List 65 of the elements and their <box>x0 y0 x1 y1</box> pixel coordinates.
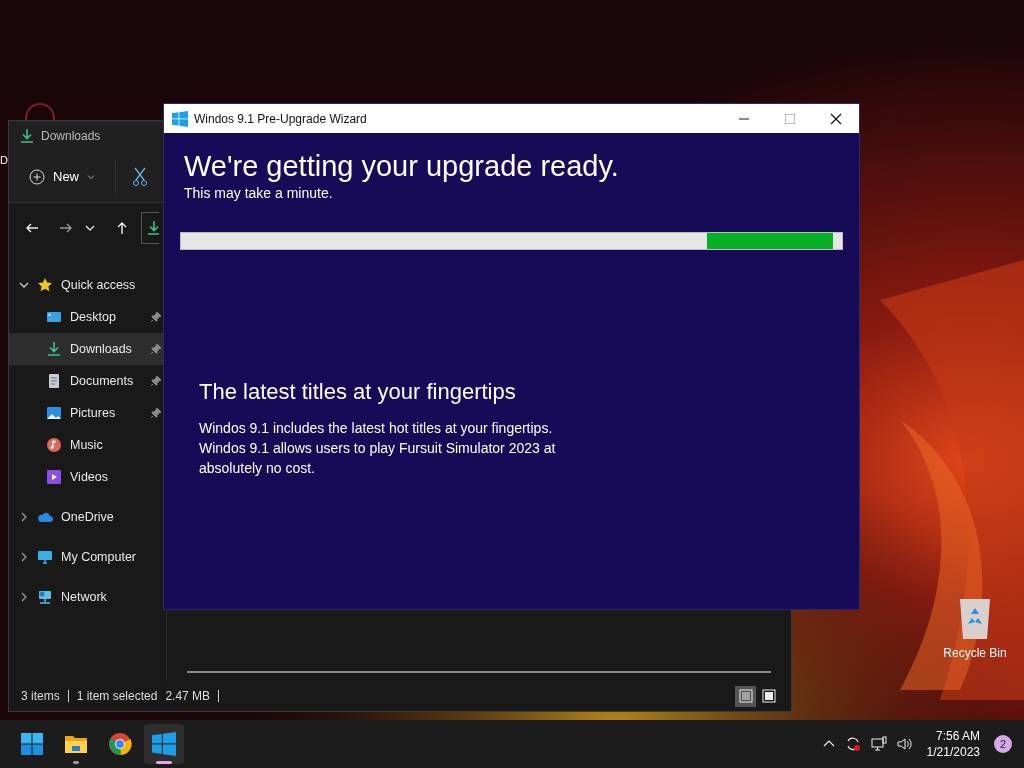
desktop-icon-label[interactable]: Recycle Bin <box>943 644 1007 662</box>
tree-item[interactable]: Desktop <box>9 301 166 333</box>
up-arrow-icon[interactable] <box>115 221 129 235</box>
forward-arrow-icon[interactable] <box>59 221 73 235</box>
chevron-down-icon[interactable] <box>19 280 29 290</box>
music-icon <box>46 437 62 453</box>
speaker-icon[interactable] <box>896 736 913 752</box>
video-icon <box>46 469 62 485</box>
notification-badge[interactable]: 2 <box>994 735 1012 753</box>
pin-icon[interactable] <box>150 311 162 323</box>
start-icon <box>20 732 44 756</box>
new-button[interactable]: New <box>21 162 103 191</box>
chevron-right-icon[interactable] <box>19 512 29 522</box>
desktop-icon <box>46 309 62 325</box>
horizontal-scrollbar[interactable] <box>187 671 771 673</box>
network-icon <box>37 589 53 605</box>
monitor-icon <box>37 549 53 565</box>
taskbar-button[interactable] <box>144 724 184 764</box>
download-icon <box>146 220 159 236</box>
windows-logo-icon <box>172 110 188 127</box>
feature-title: The latest titles at your fingertips <box>199 378 517 406</box>
selection-info: 1 item selected <box>76 688 158 705</box>
back-arrow-icon[interactable] <box>25 221 39 235</box>
plus-icon <box>29 168 45 185</box>
pin-icon[interactable] <box>150 375 162 387</box>
details-view-button[interactable] <box>735 685 756 707</box>
document-icon <box>46 373 62 389</box>
pin-icon[interactable] <box>150 407 162 419</box>
browser-icon <box>108 732 132 756</box>
pin-icon[interactable] <box>150 343 162 355</box>
clock[interactable]: 7:56 AM 1/21/2023 <box>922 728 984 760</box>
download-icon <box>19 128 35 144</box>
tree-item[interactable]: Pictures <box>9 397 166 429</box>
chevron-down-icon[interactable] <box>85 223 95 233</box>
selection-size: 2.47 MB <box>165 688 211 705</box>
desktop-icon-label: D <box>0 153 8 167</box>
item-count: 3 items <box>21 688 60 705</box>
feature-description: Windos 9.1 allows users to play Fursuit Simulator 2023 at absolutely no cost. <box>199 439 557 478</box>
caret-icon <box>87 172 95 181</box>
tree-item[interactable]: Videos <box>9 461 166 493</box>
tree-item[interactable]: Quick access <box>61 275 136 295</box>
running-indicator <box>73 761 79 764</box>
wizard-heading: We're getting your upgrade ready. <box>184 149 620 184</box>
windows-logo-icon <box>152 732 176 756</box>
download-icon <box>46 341 62 357</box>
close-icon <box>830 112 842 125</box>
chevron-right-icon[interactable] <box>19 552 29 562</box>
maximize-icon <box>785 113 795 124</box>
tree-item[interactable]: Music <box>9 429 166 461</box>
running-indicator <box>156 761 172 764</box>
monitor-icon[interactable] <box>870 736 887 752</box>
image-icon <box>46 405 62 421</box>
tree-item[interactable]: Documents <box>9 365 166 397</box>
tree-item[interactable]: My Computer <box>61 547 137 567</box>
window-title: Windos 9.1 Pre-Upgrade Wizard <box>194 110 367 128</box>
address-bar[interactable] <box>141 212 159 244</box>
feature-description: Windos 9.1 includes the latest hot titles at your fingertips. <box>199 419 554 438</box>
scissors-icon[interactable] <box>132 166 148 187</box>
wizard-subheading: This may take a minute. <box>184 184 334 202</box>
tree-item[interactable]: Downloads <box>9 333 166 365</box>
window-title: Downloads <box>41 128 101 145</box>
star-icon <box>37 277 53 293</box>
tree-item[interactable]: OneDrive <box>61 507 114 527</box>
tree-item[interactable]: Network <box>61 587 107 607</box>
chevron-right-icon[interactable] <box>19 592 29 602</box>
